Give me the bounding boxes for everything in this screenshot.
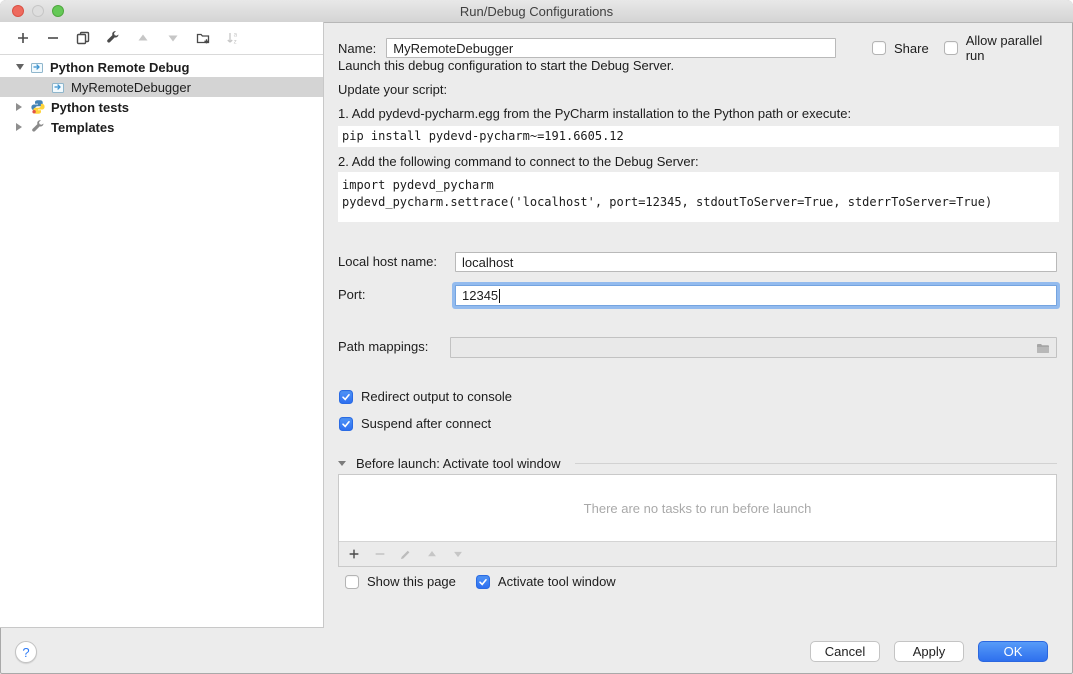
allow-parallel-label: Allow parallel run xyxy=(966,33,1063,63)
tree-item-python-tests[interactable]: Python tests xyxy=(0,97,323,117)
tree-item-label: MyRemoteDebugger xyxy=(71,80,191,95)
help-button[interactable]: ? xyxy=(15,641,37,663)
ok-button[interactable]: OK xyxy=(978,641,1048,662)
tree-item-python-remote-debug[interactable]: Python Remote Debug xyxy=(0,57,323,77)
move-down-icon[interactable] xyxy=(165,30,181,46)
tree-item-myremotedebugger[interactable]: MyRemoteDebugger xyxy=(0,77,323,97)
before-launch-tasks-panel: There are no tasks to run before launch xyxy=(338,474,1057,567)
add-task-icon[interactable] xyxy=(347,547,361,561)
before-launch-title: Before launch: Activate tool window xyxy=(356,456,561,471)
tree-item-label: Python tests xyxy=(51,100,129,115)
configuration-editor: Name: Share Allow parallel run Launch th… xyxy=(324,22,1073,632)
tasks-empty-text: There are no tasks to run before launch xyxy=(339,475,1056,541)
port-label: Port: xyxy=(338,285,365,305)
instructions-step1: 1. Add pydevd-pycharm.egg from the PyCha… xyxy=(338,106,851,122)
configurations-tree: Python Remote Debug MyRemoteDebugger Pyt… xyxy=(0,55,323,137)
path-mappings-label: Path mappings: xyxy=(338,337,428,357)
activate-tool-window-label: Activate tool window xyxy=(498,574,616,589)
settrace-code-block: import pydevd_pycharm pydevd_pycharm.set… xyxy=(338,172,1059,222)
port-value: 12345 xyxy=(462,288,498,303)
code-line: pip install pydevd-pycharm~=191.6605.12 xyxy=(338,128,624,145)
name-input[interactable] xyxy=(386,38,836,58)
redirect-output-label: Redirect output to console xyxy=(361,389,512,404)
browse-folder-icon[interactable] xyxy=(1035,340,1051,356)
local-host-input[interactable] xyxy=(455,252,1057,272)
suspend-after-connect-row[interactable]: Suspend after connect xyxy=(339,416,491,431)
edit-task-icon[interactable] xyxy=(399,547,413,561)
suspend-after-connect-label: Suspend after connect xyxy=(361,416,491,431)
dialog-footer: ? Cancel Apply OK xyxy=(0,632,1073,674)
add-configuration-icon[interactable] xyxy=(15,30,31,46)
share-checkbox-row[interactable]: Share xyxy=(872,41,929,56)
pip-install-code-block: pip install pydevd-pycharm~=191.6605.12 xyxy=(338,126,1059,147)
show-this-page-checkbox[interactable] xyxy=(345,575,359,589)
activate-tool-window-checkbox[interactable] xyxy=(476,575,490,589)
remove-configuration-icon[interactable] xyxy=(45,30,61,46)
svg-text:z: z xyxy=(234,38,237,45)
tasks-toolbar xyxy=(339,541,1056,566)
move-up-icon[interactable] xyxy=(135,30,151,46)
code-line: import pydevd_pycharm xyxy=(338,177,1059,194)
collapse-arrow-icon[interactable] xyxy=(338,461,346,466)
text-caret xyxy=(499,289,500,303)
redirect-output-row[interactable]: Redirect output to console xyxy=(339,389,512,404)
run-debug-configurations-dialog: Run/Debug Configurations xyxy=(0,0,1073,674)
sidebar-toolbar: az xyxy=(0,22,323,55)
tree-item-label: Templates xyxy=(51,120,114,135)
window-title: Run/Debug Configurations xyxy=(460,4,613,19)
allow-parallel-checkbox-row[interactable]: Allow parallel run xyxy=(944,33,1063,63)
python-tests-icon xyxy=(30,99,46,115)
share-label: Share xyxy=(894,41,929,56)
tree-item-label: Python Remote Debug xyxy=(50,60,189,75)
allow-parallel-checkbox[interactable] xyxy=(944,41,958,55)
name-label: Name: xyxy=(338,41,376,56)
move-task-up-icon[interactable] xyxy=(425,547,439,561)
local-host-label: Local host name: xyxy=(338,252,437,272)
expand-arrow-icon[interactable] xyxy=(16,103,22,111)
close-window-button[interactable] xyxy=(12,5,24,17)
tree-item-templates[interactable]: Templates xyxy=(0,117,323,137)
title-bar[interactable]: Run/Debug Configurations xyxy=(0,0,1073,23)
before-launch-header[interactable]: Before launch: Activate tool window xyxy=(338,456,1057,471)
remove-task-icon[interactable] xyxy=(373,547,387,561)
instructions-intro: Launch this debug configuration to start… xyxy=(338,58,674,74)
code-line: pydevd_pycharm.settrace('localhost', por… xyxy=(338,194,1059,211)
expand-arrow-icon[interactable] xyxy=(16,123,22,131)
remote-debug-icon xyxy=(29,59,45,75)
instructions-step2: 2. Add the following command to connect … xyxy=(338,154,699,170)
section-divider xyxy=(575,463,1057,464)
remote-debug-icon xyxy=(50,79,66,95)
configurations-sidebar: az Python Remote Debug MyRemoteDebugger xyxy=(0,22,324,628)
port-input[interactable]: 12345 xyxy=(455,285,1057,306)
cancel-button[interactable]: Cancel xyxy=(810,641,880,662)
move-task-down-icon[interactable] xyxy=(451,547,465,561)
zoom-window-button[interactable] xyxy=(52,5,64,17)
help-question-icon: ? xyxy=(22,645,29,660)
edit-templates-icon[interactable] xyxy=(105,30,121,46)
apply-button[interactable]: Apply xyxy=(894,641,964,662)
dialog-buttons: Cancel Apply OK xyxy=(810,641,1048,662)
redirect-output-checkbox[interactable] xyxy=(339,390,353,404)
share-checkbox[interactable] xyxy=(872,41,886,55)
collapse-arrow-icon[interactable] xyxy=(16,64,24,70)
copy-configuration-icon[interactable] xyxy=(75,30,91,46)
templates-wrench-icon xyxy=(30,119,46,135)
svg-text:a: a xyxy=(234,31,238,38)
traffic-lights xyxy=(12,5,64,17)
minimize-window-button[interactable] xyxy=(32,5,44,17)
suspend-after-connect-checkbox[interactable] xyxy=(339,417,353,431)
instructions-update: Update your script: xyxy=(338,82,447,98)
new-folder-icon[interactable] xyxy=(195,30,211,46)
path-mappings-input[interactable] xyxy=(450,337,1057,358)
show-this-page-row[interactable]: Show this page Activate tool window xyxy=(345,574,616,589)
show-this-page-label: Show this page xyxy=(367,574,456,589)
sort-configurations-icon[interactable]: az xyxy=(225,30,241,46)
